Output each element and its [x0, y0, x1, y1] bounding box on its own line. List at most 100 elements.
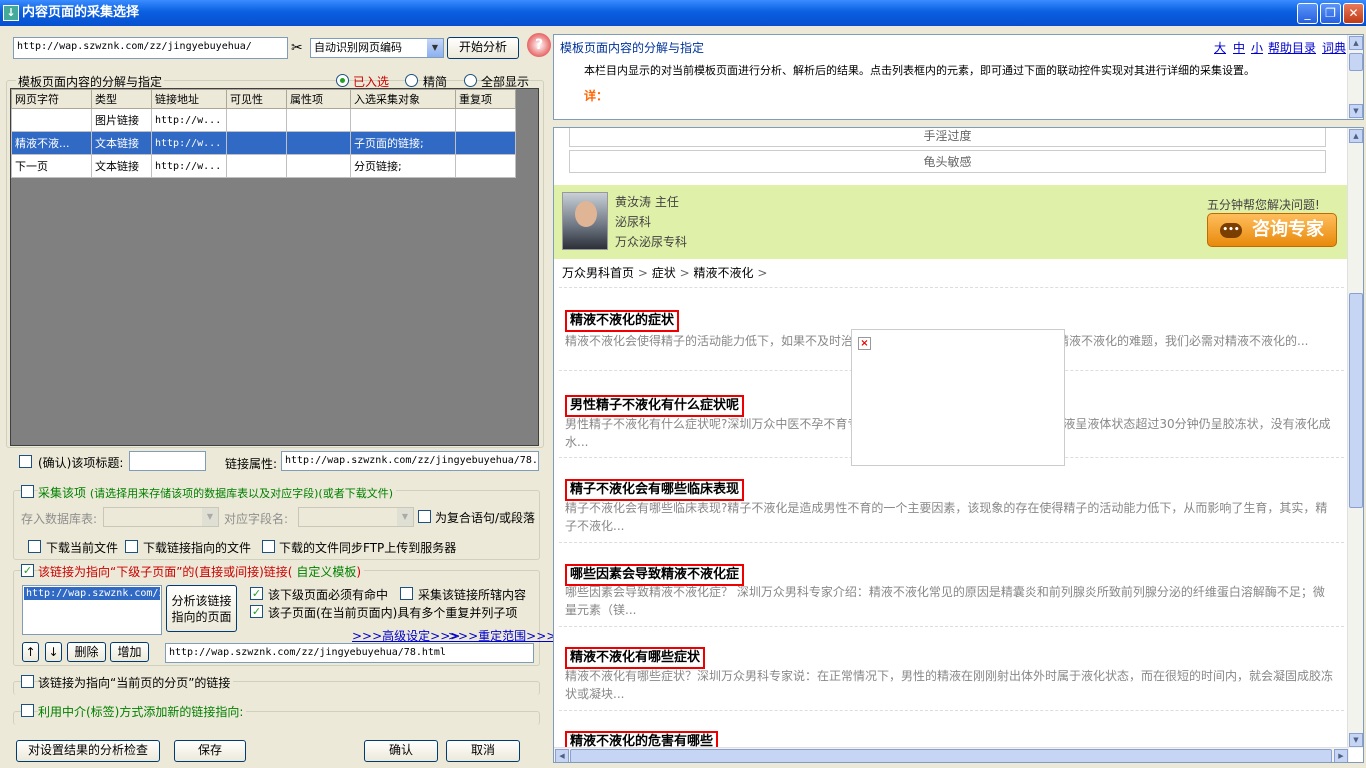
redefine-range-link[interactable]: >>>重定范围>>>: [448, 627, 556, 644]
divider: [559, 542, 1344, 543]
table-cell: [226, 108, 287, 132]
table-cell: [286, 154, 351, 178]
encoding-select[interactable]: 自动识别网页编码 ▼: [310, 38, 444, 58]
broken-image-icon: ×: [858, 337, 871, 350]
slogan: 五分钟帮您解决问题!: [1207, 198, 1320, 212]
scroll-up-icon[interactable]: ▲: [1349, 36, 1363, 50]
field-name-select[interactable]: ▼: [298, 507, 414, 527]
dictionary-link[interactable]: 词典: [1322, 39, 1346, 56]
cancel-button[interactable]: 取消: [446, 740, 520, 762]
collect-region-label: 采集该链接所辖内容: [418, 588, 527, 602]
sublink-title-custom: 自定义模板: [296, 565, 357, 579]
consult-expert-button[interactable]: ••• 咨询专家: [1207, 213, 1337, 247]
paging-checkbox[interactable]: [21, 675, 34, 688]
download-link-label: 下载链接指向的文件: [143, 541, 252, 555]
multi-repeat-checkbox[interactable]: ✓: [250, 605, 263, 618]
intermediary-label: 利用中介(标签)方式添加新的链接指向:: [38, 703, 247, 720]
col-header[interactable]: 网页字符: [11, 89, 92, 109]
minimize-button[interactable]: _: [1297, 3, 1318, 24]
sublink-checkbox[interactable]: ✓: [21, 564, 34, 577]
close-button[interactable]: ✕: [1343, 3, 1364, 24]
collect-hint: (请选择用来存储该项的数据库表以及对应字段)(或者下载文件): [89, 487, 394, 500]
breadcrumb-home[interactable]: 万众男科首页: [562, 266, 634, 280]
font-medium-link[interactable]: 中: [1233, 39, 1245, 56]
confirm-title-checkbox[interactable]: [19, 455, 32, 468]
help-index-link[interactable]: 帮助目录: [1268, 39, 1316, 56]
intermediary-checkbox[interactable]: [21, 704, 34, 717]
scroll-down-icon[interactable]: ▼: [1349, 104, 1363, 118]
col-header[interactable]: 属性项: [286, 89, 351, 109]
url-input[interactable]: http://wap.szwznk.com/zz/jingyebuyehua/: [13, 37, 288, 59]
col-header[interactable]: 入选采集对象: [350, 89, 456, 109]
page-preview[interactable]: 手淫过度 龟头敏感 黄汝涛 主任 泌尿科 万众泌尿专科 五分钟帮您解决问题! •…: [553, 127, 1364, 763]
article-title[interactable]: 男性精子不液化有什么症状呢: [565, 395, 745, 417]
start-analysis-button[interactable]: 开始分析: [447, 37, 519, 59]
symptom-box[interactable]: 手淫过度: [569, 128, 1326, 147]
col-header[interactable]: 链接地址: [151, 89, 227, 109]
scroll-down-icon[interactable]: ▼: [1349, 733, 1363, 747]
table-cell: [455, 131, 516, 155]
element-grid[interactable]: 网页字符 类型 链接地址 可见性 属性项 入选采集对象 重复项 图片链接 htt…: [10, 88, 539, 446]
scroll-up-icon[interactable]: ▲: [1349, 129, 1363, 143]
sublink-list-item[interactable]: http://wap.szwznk.com/z: [24, 587, 160, 600]
font-large-link[interactable]: 大: [1214, 39, 1226, 56]
move-up-button[interactable]: ↑: [22, 642, 39, 662]
download-link-checkbox[interactable]: [125, 540, 138, 553]
symptom-box[interactable]: 龟头敏感: [569, 150, 1326, 173]
hscroll-thumb[interactable]: [570, 749, 1332, 762]
collect-region-checkbox[interactable]: [400, 587, 413, 600]
preview-hscrollbar[interactable]: ◀ ▶: [554, 747, 1349, 762]
table-cell: 文本链接: [91, 154, 152, 178]
col-header[interactable]: 类型: [91, 89, 152, 109]
sublink-list[interactable]: http://wap.szwznk.com/z: [22, 585, 162, 635]
col-header[interactable]: 重复项: [455, 89, 516, 109]
compound-checkbox[interactable]: [418, 510, 431, 523]
analysis-check-button[interactable]: 对设置结果的分析检查: [16, 740, 160, 762]
sublink-title-end: ): [356, 565, 362, 579]
db-table-label: 存入数据库表:: [21, 512, 98, 526]
col-header[interactable]: 可见性: [226, 89, 287, 109]
scroll-left-icon[interactable]: ◀: [555, 749, 569, 762]
confirm-title-input[interactable]: [129, 451, 206, 471]
ok-button[interactable]: 确认: [364, 740, 438, 762]
ftp-sync-checkbox[interactable]: [262, 540, 275, 553]
link-attr-input[interactable]: http://wap.szwznk.com/zz/jingyebuyehua/7…: [281, 451, 539, 471]
sublink-url-input[interactable]: http://wap.szwznk.com/zz/jingyebuyehua/7…: [165, 643, 534, 663]
scroll-right-icon[interactable]: ▶: [1334, 749, 1348, 762]
font-small-link[interactable]: 小: [1251, 39, 1263, 56]
table-row[interactable]: 下一页 文本链接 http://w... 分页链接;: [11, 154, 516, 178]
scroll-thumb[interactable]: [1349, 293, 1363, 508]
scissors-icon[interactable]: ✂: [291, 40, 303, 56]
must-hit-checkbox[interactable]: ✓: [250, 587, 263, 600]
table-row[interactable]: 精液不液... 文本链接 http://w... 子页面的链接;: [11, 131, 516, 155]
radio-simple[interactable]: [405, 74, 418, 87]
scroll-thumb[interactable]: [1349, 53, 1363, 71]
article-title[interactable]: 精子不液化会有哪些临床表现: [565, 479, 745, 501]
radio-showall[interactable]: [464, 74, 477, 87]
table-row[interactable]: 图片链接 http://w...: [11, 108, 516, 132]
collect-checkbox[interactable]: [21, 485, 34, 498]
db-table-select[interactable]: ▼: [103, 507, 219, 527]
help-icon[interactable]: ?: [527, 33, 551, 57]
save-button[interactable]: 保存: [174, 740, 246, 762]
help-scrollbar[interactable]: ▲ ▼: [1347, 35, 1363, 119]
element-table: 网页字符 类型 链接地址 可见性 属性项 入选采集对象 重复项 图片链接 htt…: [11, 89, 516, 178]
radio-selected[interactable]: [336, 74, 349, 87]
analyze-link-button[interactable]: 分析该链接 指向的页面: [166, 585, 237, 632]
table-cell: http://w...: [151, 131, 227, 155]
add-button[interactable]: 增加: [110, 642, 149, 662]
link-attr-label: 链接属性:: [225, 457, 278, 471]
download-current-checkbox[interactable]: [28, 540, 41, 553]
window-title: 内容页面的采集选择: [22, 5, 140, 20]
article-title[interactable]: 精液不液化的症状: [565, 310, 680, 332]
delete-button[interactable]: 删除: [67, 642, 106, 662]
breadcrumb-current[interactable]: 精液不液化: [693, 266, 753, 280]
doctor-photo: [562, 192, 608, 250]
help-text: 本栏目内显示的对当前模板页面进行分析、解析后的结果。点击列表框内的元素，即可通过…: [584, 64, 1255, 77]
maximize-button[interactable]: ❐: [1320, 3, 1341, 24]
advanced-settings-link[interactable]: >>>高级设定>>>: [352, 627, 460, 644]
article-title[interactable]: 精液不液化有哪些症状: [565, 647, 706, 669]
move-down-button[interactable]: ↓: [45, 642, 62, 662]
breadcrumb-symptom[interactable]: 症状: [652, 266, 676, 280]
preview-vscrollbar[interactable]: ▲ ▼: [1347, 128, 1363, 748]
